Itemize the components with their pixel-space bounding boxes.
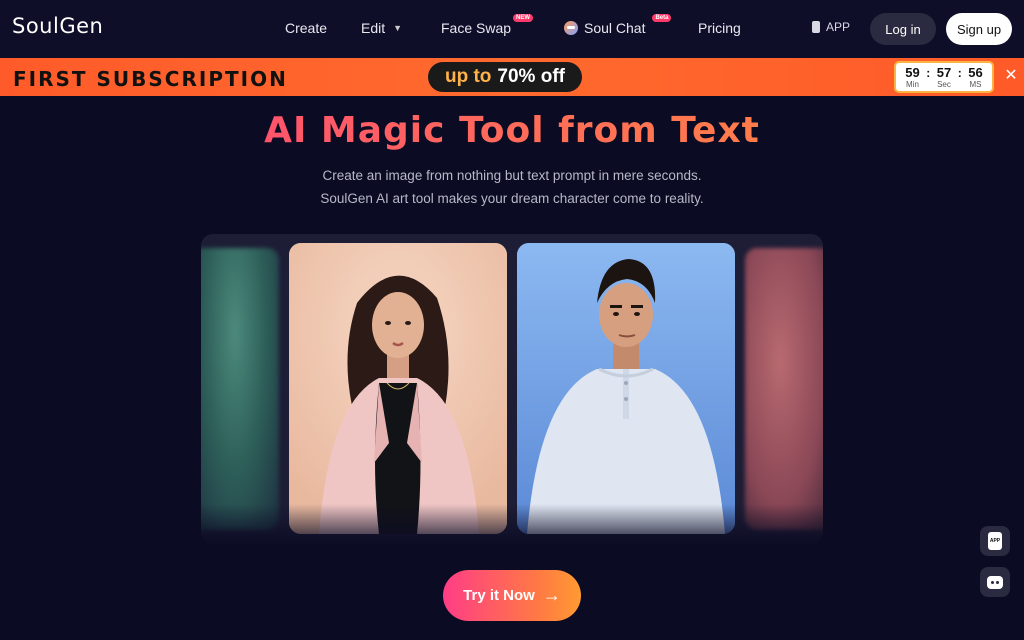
nav-edit-label: Edit <box>361 20 386 36</box>
discount-pill: up to 70% off <box>428 62 582 92</box>
hero-title: AI Magic Tool from Text <box>0 110 1024 151</box>
signup-button[interactable]: Sign up <box>946 13 1012 45</box>
discount-value: 70% off <box>497 66 565 87</box>
timer-sec-label: Sec <box>937 79 951 89</box>
carousel-fade-overlay <box>201 504 823 544</box>
image-carousel[interactable] <box>201 234 823 544</box>
carousel-card-male-portrait[interactable] <box>517 243 735 534</box>
nav-pricing-label: Pricing <box>698 20 741 36</box>
arrow-right-icon: → <box>542 585 561 605</box>
close-icon[interactable]: ✕ <box>1000 64 1022 86</box>
nav-create[interactable]: Create <box>285 20 327 36</box>
beta-badge: Beta <box>652 14 672 22</box>
soulgen-logo[interactable]: SoulGen <box>12 14 103 38</box>
timer-min-label: Min <box>906 79 919 89</box>
nav-face-swap[interactable]: Face Swap NEW <box>441 14 534 36</box>
timer-minutes: 59 Min <box>905 66 919 89</box>
app-phone-icon: APP <box>988 532 1002 550</box>
discount-up-to: up to <box>444 66 492 87</box>
timer-ms-value: 56 <box>968 64 983 80</box>
nav-face-swap-label: Face Swap <box>441 20 512 36</box>
countdown-timer: 59 Min : 57 Sec : 56 MS <box>894 61 994 93</box>
timer-separator: : <box>957 66 962 80</box>
nav-soul-chat[interactable]: Soul Chat Beta <box>564 14 672 36</box>
female-portrait-image <box>289 243 507 534</box>
login-button[interactable]: Log in <box>870 13 936 45</box>
try-it-now-button[interactable]: Try it Now → <box>443 570 581 621</box>
chevron-down-icon: ▼ <box>393 23 403 33</box>
chat-bot-icon <box>987 575 1003 589</box>
timer-min-value: 59 <box>905 64 920 80</box>
promo-banner[interactable]: FIRST SUBSCRIPTION up to 70% off <box>0 58 1024 96</box>
hero-subtitle-line1: Create an image from nothing but text pr… <box>322 168 702 183</box>
timer-ms-label: MS <box>969 79 982 89</box>
timer-seconds: 57 Sec <box>937 66 951 89</box>
app-download-link[interactable]: APP <box>812 20 850 34</box>
new-badge: NEW <box>513 14 534 22</box>
soul-chat-icon <box>564 21 578 35</box>
app-link-label: APP <box>826 20 851 34</box>
carousel-card-female-portrait[interactable] <box>289 243 507 534</box>
floating-app-label: APP <box>989 538 1001 544</box>
floating-chat-button[interactable] <box>980 567 1010 597</box>
nav-pricing[interactable]: Pricing <box>698 20 741 36</box>
top-navigation: SoulGen Create Edit ▼ Face Swap NEW Soul… <box>0 0 1024 58</box>
male-portrait-image <box>517 243 735 534</box>
nav-create-label: Create <box>285 20 328 36</box>
timer-separator: : <box>926 66 931 80</box>
carousel-card-next[interactable] <box>745 248 823 530</box>
floating-app-button[interactable]: APP <box>980 526 1010 556</box>
timer-sec-value: 57 <box>936 64 952 80</box>
timer-ms: 56 MS <box>968 66 982 89</box>
nav-edit[interactable]: Edit ▼ <box>361 20 402 36</box>
carousel-card-prev[interactable] <box>201 248 279 530</box>
nav-soul-chat-label: Soul Chat <box>584 20 646 36</box>
hero-subtitle-line2: SoulGen AI art tool makes your dream cha… <box>320 191 704 206</box>
phone-icon <box>812 21 820 33</box>
cta-label: Try it Now <box>463 587 535 604</box>
promo-title: FIRST SUBSCRIPTION <box>13 67 288 91</box>
